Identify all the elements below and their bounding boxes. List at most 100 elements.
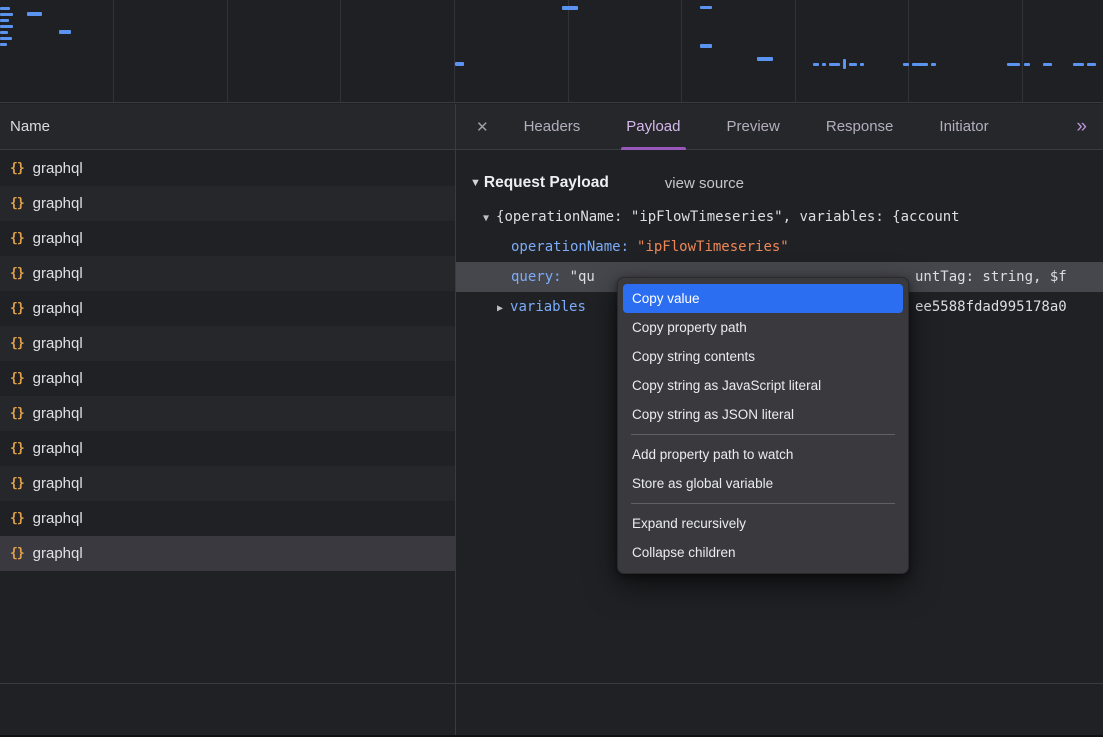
json-braces-icon: {} bbox=[10, 231, 24, 246]
request-name: graphql bbox=[33, 440, 83, 457]
request-row[interactable]: {} graphql bbox=[0, 431, 455, 466]
section-collapse-icon[interactable]: ▼ bbox=[470, 177, 481, 189]
section-title: Request Payload bbox=[484, 174, 609, 192]
name-column-header[interactable]: Name bbox=[0, 104, 455, 149]
timeline-activity-bar bbox=[59, 30, 71, 34]
payload-root-preview: {operationName: "ipFlowTimeseries", vari… bbox=[496, 209, 960, 225]
request-row[interactable]: {}graphql bbox=[0, 186, 455, 221]
overflow-tabs-icon[interactable]: » bbox=[1076, 116, 1085, 138]
menu-item-copy-string-contents[interactable]: Copy string contents bbox=[623, 342, 903, 371]
timeline-activity-bar bbox=[0, 31, 8, 34]
request-name: graphql bbox=[33, 335, 83, 352]
timeline-activity-bar bbox=[822, 63, 826, 66]
timeline-activity-bar bbox=[0, 19, 9, 22]
json-braces-icon: {} bbox=[10, 196, 24, 211]
json-braces-icon: {} bbox=[10, 371, 24, 386]
context-menu: Copy valueCopy property pathCopy string … bbox=[617, 277, 909, 574]
operation-name-row[interactable]: operationName: "ipFlowTimeseries" bbox=[456, 232, 1103, 262]
request-name: graphql bbox=[33, 265, 83, 282]
timeline-gridline bbox=[1022, 0, 1023, 102]
menu-item-add-property-path-to-watch[interactable]: Add property path to watch bbox=[623, 440, 903, 469]
request-row[interactable]: {} graphql bbox=[0, 151, 455, 186]
json-braces-icon: {} bbox=[10, 441, 24, 456]
menu-separator bbox=[631, 503, 895, 504]
timeline-activity-bar bbox=[0, 13, 13, 16]
timeline-activity-bar bbox=[1043, 63, 1052, 66]
request-payload-header: ▼ Request Payload view source bbox=[456, 151, 1103, 192]
request-name: graphql bbox=[33, 300, 83, 317]
timeline-activity-bar bbox=[455, 62, 464, 66]
request-name: graphql bbox=[33, 370, 83, 387]
request-name: graphql bbox=[33, 230, 83, 247]
timeline-gridline bbox=[113, 0, 114, 102]
request-row[interactable]: {}graphql bbox=[0, 326, 455, 361]
expanded-arrow-icon[interactable]: ▼ bbox=[483, 213, 489, 224]
tab-response[interactable]: Response bbox=[826, 104, 894, 150]
request-row[interactable]: {} graphql bbox=[0, 466, 455, 501]
devtools-window: Name ✕ Headers Payload Preview Response Init… bbox=[0, 0, 1103, 737]
timeline-gridline bbox=[340, 0, 341, 102]
timeline-activity-bar bbox=[1007, 63, 1020, 66]
timeline-activity-bar bbox=[0, 37, 12, 40]
close-icon[interactable]: ✕ bbox=[456, 118, 501, 136]
property-value: "ipFlowTimeseries" bbox=[637, 239, 789, 255]
timeline-activity-bar bbox=[829, 63, 840, 66]
timeline-gridline bbox=[454, 0, 455, 102]
timeline-gridline bbox=[227, 0, 228, 102]
request-name: graphql bbox=[33, 475, 83, 492]
name-column-label: Name bbox=[10, 118, 50, 135]
menu-item-copy-string-as-json-literal[interactable]: Copy string as JSON literal bbox=[623, 400, 903, 429]
menu-item-copy-property-path[interactable]: Copy property path bbox=[623, 313, 903, 342]
menu-item-copy-value[interactable]: Copy value bbox=[623, 284, 903, 313]
json-braces-icon: {} bbox=[10, 161, 24, 176]
json-braces-icon: {} bbox=[10, 511, 24, 526]
tab-initiator[interactable]: Initiator bbox=[939, 104, 988, 150]
panel-header-bar: Name ✕ Headers Payload Preview Response Init… bbox=[0, 104, 1103, 150]
property-key: operationName: bbox=[511, 239, 629, 255]
timeline-activity-bar bbox=[912, 63, 928, 66]
property-key: query: bbox=[511, 269, 562, 285]
detail-tabs-list: Headers Payload Preview Response Initiator bbox=[501, 104, 1012, 149]
json-braces-icon: {} bbox=[10, 476, 24, 491]
json-braces-icon: {} bbox=[10, 266, 24, 281]
menu-item-copy-string-as-javascript-literal[interactable]: Copy string as JavaScript literal bbox=[623, 371, 903, 400]
timeline-activity-bar bbox=[700, 6, 712, 9]
payload-root-row[interactable]: ▼ {operationName: "ipFlowTimeseries", var… bbox=[456, 202, 1103, 232]
property-key: variables bbox=[510, 299, 586, 315]
timeline-activity-bar bbox=[903, 63, 909, 66]
menu-item-store-as-global-variable[interactable]: Store as global variable bbox=[623, 469, 903, 498]
timeline-gridline bbox=[568, 0, 569, 102]
menu-item-collapse-children[interactable]: Collapse children bbox=[623, 538, 903, 567]
timeline-activity-bar bbox=[0, 43, 7, 46]
network-overview-timeline[interactable] bbox=[0, 0, 1103, 103]
timeline-activity-bar bbox=[27, 12, 42, 16]
timeline-activity-bar bbox=[0, 25, 13, 28]
view-source-link[interactable]: view source bbox=[665, 175, 744, 192]
timeline-activity-bar bbox=[700, 44, 712, 48]
tab-preview[interactable]: Preview bbox=[727, 104, 780, 150]
tab-headers[interactable]: Headers bbox=[524, 104, 581, 150]
footer-divider bbox=[0, 683, 1103, 684]
timeline-activity-bar bbox=[562, 6, 578, 10]
tab-payload[interactable]: Payload bbox=[626, 104, 680, 150]
timeline-gridline bbox=[681, 0, 682, 102]
timeline-activity-bar bbox=[0, 7, 10, 10]
menu-item-expand-recursively[interactable]: Expand recursively bbox=[623, 509, 903, 538]
request-row[interactable]: {}graphql bbox=[0, 536, 455, 571]
request-row[interactable]: {} graphql bbox=[0, 221, 455, 256]
property-value-fragment: ee5588fdad995178a0 bbox=[915, 292, 1067, 322]
request-name: graphql bbox=[33, 545, 83, 562]
request-row[interactable]: {}graphql bbox=[0, 501, 455, 536]
request-row[interactable]: {}graphql bbox=[0, 291, 455, 326]
request-name: graphql bbox=[33, 160, 83, 177]
property-value-start: "qu bbox=[570, 269, 595, 285]
timeline-activity-bar bbox=[813, 63, 819, 66]
request-list: {} graphql {} graphql {} graphql {} graphql {} gr… bbox=[0, 151, 455, 571]
request-row[interactable]: {}graphql bbox=[0, 396, 455, 431]
collapsed-arrow-icon[interactable]: ▶ bbox=[497, 303, 503, 314]
timeline-activity-bar bbox=[849, 63, 857, 66]
timeline-activity-bar bbox=[757, 57, 773, 61]
request-row[interactable]: {} graphql bbox=[0, 361, 455, 396]
request-row[interactable]: {} graphql bbox=[0, 256, 455, 291]
timeline-gridline bbox=[795, 0, 796, 102]
